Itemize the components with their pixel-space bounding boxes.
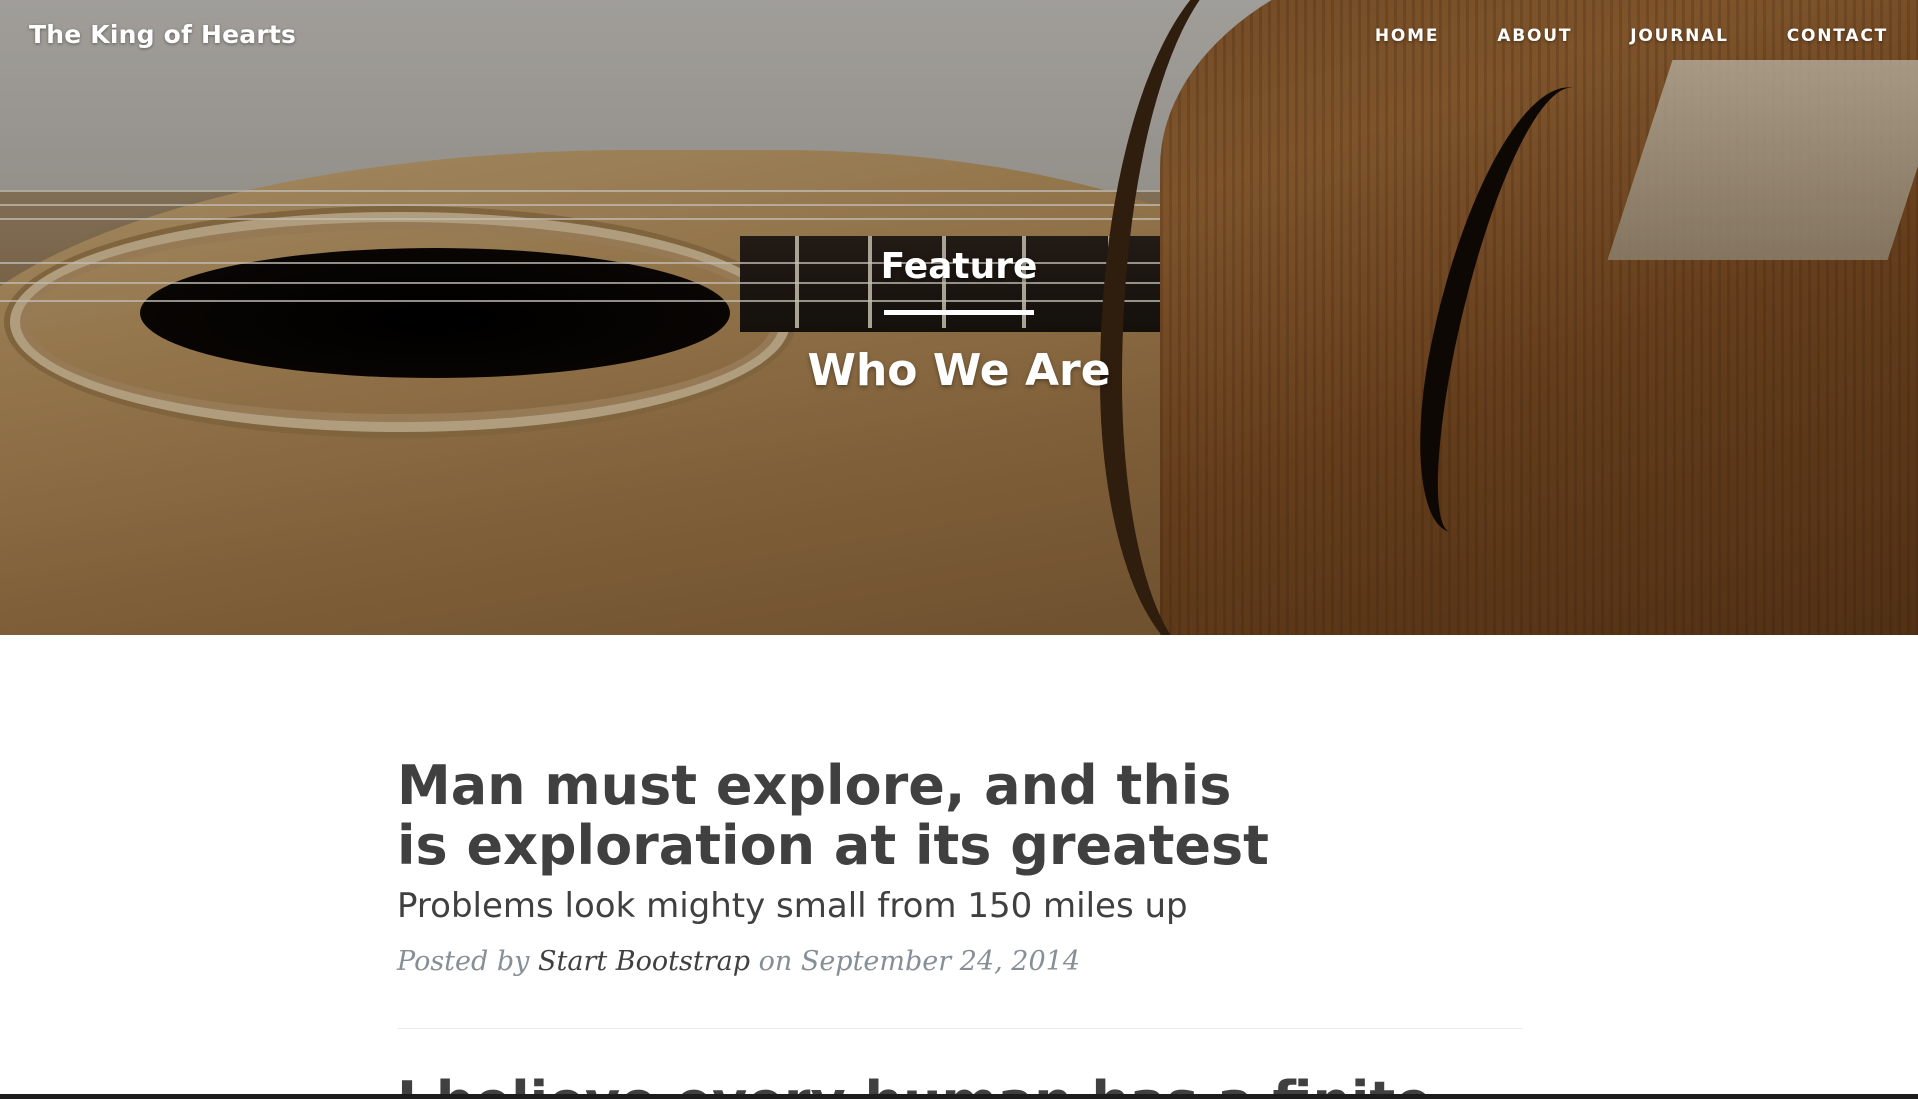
hero-header: The King of Hearts HOME ABOUT JOURNAL CO… [0,0,1918,635]
hero-heading: Feature [880,246,1038,287]
nav-contact[interactable]: CONTACT [1787,26,1888,46]
hero-subheading: Who We Are [807,345,1111,396]
post-subtitle: Problems look mighty small from 150 mile… [397,886,1188,926]
nav-journal[interactable]: JOURNAL [1630,26,1729,46]
post-meta: Posted by Start Bootstrap on September 2… [397,946,1522,977]
nav-about[interactable]: ABOUT [1497,26,1572,46]
post-author-link[interactable]: Start Bootstrap [538,946,750,977]
bottom-edge-bar [0,1094,1918,1099]
post-meta-date: on September 24, 2014 [758,946,1080,977]
post-divider [397,1028,1522,1029]
brand-link[interactable]: The King of Hearts [29,20,296,49]
post-title-link[interactable]: Man must explore, and this is exploratio… [397,756,1297,876]
nav-home[interactable]: HOME [1375,26,1439,46]
hero-divider [884,310,1034,315]
post-meta-prefix: Posted by [397,946,530,977]
main-nav: HOME ABOUT JOURNAL CONTACT [1317,26,1888,46]
hero-overlay [0,0,1918,635]
